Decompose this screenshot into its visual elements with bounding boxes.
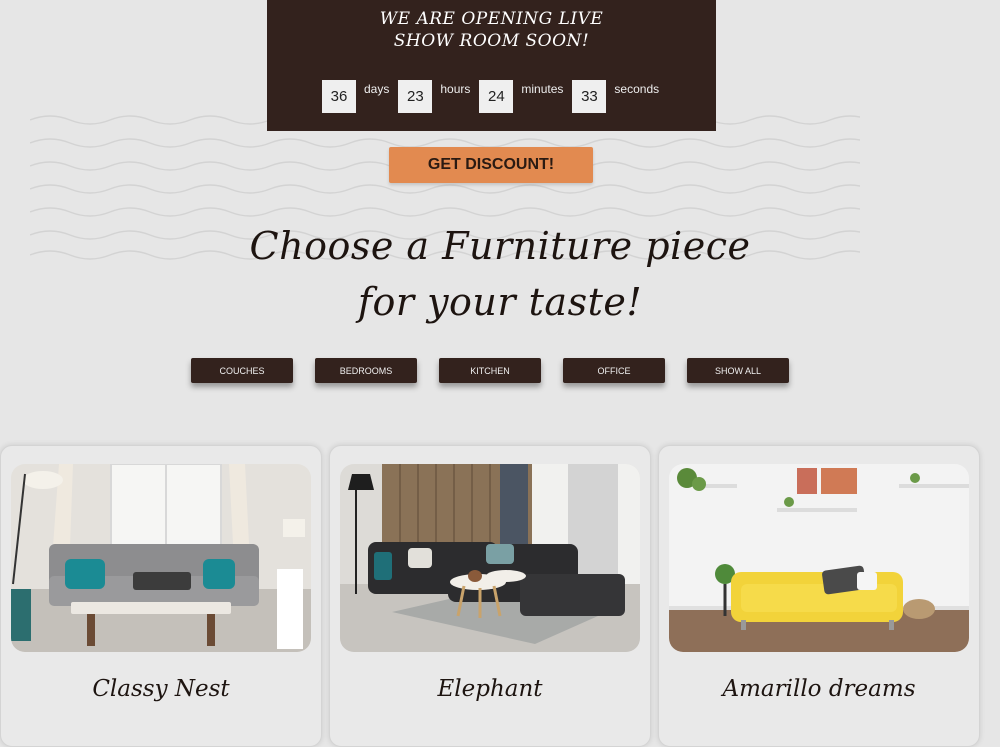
category-couches-button[interactable]: Couches [191, 358, 293, 383]
headline-line1: Choose a Furniture piece [249, 224, 751, 268]
product-title: Amarillo dreams [722, 676, 916, 702]
countdown-seconds-label: seconds [614, 82, 660, 96]
countdown-hours-value: 23 [398, 80, 433, 113]
category-show-all-button[interactable]: Show all [687, 358, 789, 383]
product-card-classy-nest[interactable]: Classy Nest [0, 445, 322, 747]
countdown-minutes-label: minutes [521, 82, 564, 96]
banner-title-line2: show room soon! [393, 31, 590, 51]
countdown-days-value: 36 [322, 80, 356, 113]
product-image-amarillo-dreams [669, 464, 969, 652]
get-discount-button[interactable]: GET DISCOUNT! [389, 147, 593, 183]
page-headline: Choose a Furniture piece for your taste! [0, 218, 1000, 330]
category-kitchen-button[interactable]: Kitchen [439, 358, 541, 383]
banner-title-line1: We are opening live [379, 9, 604, 29]
headline-line2: for your taste! [357, 280, 643, 324]
countdown-hours-label: hours [440, 82, 471, 96]
banner-title: We are opening live show room soon! [267, 8, 716, 52]
product-image-elephant [340, 464, 640, 652]
countdown-days-label: days [364, 82, 390, 96]
product-card-elephant[interactable]: Elephant [329, 445, 651, 747]
category-office-button[interactable]: Office [563, 358, 665, 383]
product-title: Elephant [437, 676, 543, 702]
opening-banner: We are opening live show room soon! 36 d… [267, 0, 716, 131]
product-title: Classy Nest [92, 676, 230, 702]
category-bedrooms-button[interactable]: Bedrooms [315, 358, 417, 383]
product-card-amarillo-dreams[interactable]: Amarillo dreams [658, 445, 980, 747]
countdown-minutes-value: 24 [479, 80, 514, 113]
countdown: 36 days 23 hours 24 minutes 33 seconds [322, 80, 668, 113]
countdown-seconds-value: 33 [572, 80, 607, 113]
product-image-classy-nest [11, 464, 311, 652]
